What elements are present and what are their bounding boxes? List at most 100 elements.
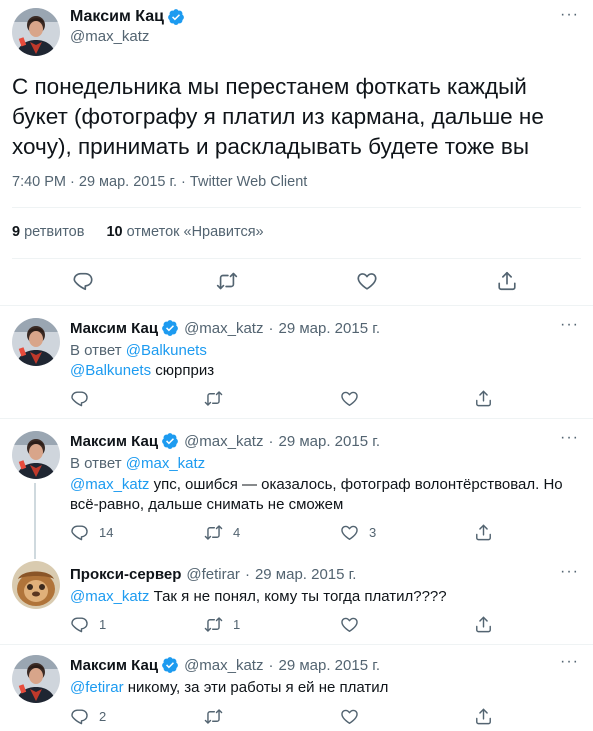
- retweet-icon: [204, 615, 223, 634]
- like-icon: [356, 270, 378, 292]
- reply-count: 14: [99, 525, 114, 540]
- reply-button[interactable]: 2: [70, 707, 106, 726]
- reply-tweet[interactable]: Максим Кац @max_katz · 29 мар. 2015 г. ·…: [0, 645, 593, 731]
- separator: ·: [268, 319, 274, 337]
- like-button[interactable]: [340, 389, 369, 408]
- main-author-name[interactable]: Максим Кац: [70, 8, 164, 26]
- share-button[interactable]: [474, 523, 493, 542]
- reply-count: 1: [99, 617, 107, 632]
- reply-date[interactable]: 29 мар. 2015 г.: [255, 566, 357, 583]
- thread-line: [34, 483, 36, 553]
- like-icon: [340, 389, 359, 408]
- divider: [12, 207, 581, 208]
- reply-more-icon[interactable]: ···: [560, 653, 579, 671]
- reply-count: 2: [99, 709, 107, 724]
- reply-to-prefix: В ответ: [70, 342, 122, 359]
- reply-tweet[interactable]: Максим Кац @max_katz · 29 мар. 2015 г. ·…: [0, 419, 593, 553]
- share-icon: [496, 270, 518, 292]
- main-author-avatar[interactable]: [12, 8, 60, 56]
- reply-more-icon[interactable]: ···: [560, 316, 579, 334]
- main-tweet-meta[interactable]: 7:40 PM · 29 мар. 2015 г. · Twitter Web …: [12, 174, 307, 190]
- reply-author-handle[interactable]: @fetirar: [186, 566, 240, 583]
- separator: ·: [268, 432, 274, 450]
- share-button[interactable]: [474, 389, 493, 408]
- separator: ·: [244, 566, 250, 583]
- like-icon: [340, 707, 359, 726]
- mention-link[interactable]: @Balkunets: [70, 362, 151, 379]
- mention-link[interactable]: @fetirar: [70, 679, 124, 696]
- share-icon: [474, 523, 493, 542]
- share-button[interactable]: [474, 615, 493, 634]
- reply-body: Так я не понял, кому ты тогда платил????: [153, 588, 447, 605]
- mention-link[interactable]: @max_katz: [70, 588, 149, 605]
- main-retweet-button[interactable]: [216, 270, 238, 292]
- reply-to-link[interactable]: @max_katz: [126, 455, 205, 472]
- retweets-count: 9: [12, 224, 21, 240]
- share-icon: [474, 389, 493, 408]
- like-button[interactable]: [340, 707, 369, 726]
- retweets-stat[interactable]: 9 ретвитов: [12, 224, 88, 240]
- reply-author-handle[interactable]: @max_katz: [184, 320, 263, 337]
- reply-author-avatar[interactable]: [12, 561, 60, 609]
- reply-date[interactable]: 29 мар. 2015 г.: [278, 320, 380, 337]
- separator: ·: [268, 656, 274, 674]
- reply-button[interactable]: 1: [70, 615, 106, 634]
- share-button[interactable]: [474, 707, 493, 726]
- like-icon: [340, 615, 359, 634]
- reply-author-avatar[interactable]: [12, 318, 60, 366]
- verified-badge-icon: [161, 432, 179, 450]
- reply-author-avatar[interactable]: [12, 431, 60, 479]
- verified-badge-icon: [161, 656, 179, 674]
- reply-author-name[interactable]: Максим Кац: [70, 320, 158, 337]
- reply-header: Максим Кац @max_katz · 29 мар. 2015 г.: [70, 432, 380, 450]
- like-button[interactable]: [340, 615, 369, 634]
- reply-text: @Balkunets сюрприз: [70, 361, 570, 381]
- reply-author-name[interactable]: Прокси-сервер: [70, 566, 181, 583]
- reply-date[interactable]: 29 мар. 2015 г.: [278, 657, 380, 674]
- reply-text: @fetirar никому, за эти работы я ей не п…: [70, 678, 570, 698]
- reply-text: @max_katz упс, ошибся — оказалось, фотог…: [70, 475, 570, 515]
- mention-link[interactable]: @max_katz: [70, 476, 149, 493]
- retweet-button[interactable]: [204, 389, 233, 408]
- reply-icon: [72, 270, 94, 292]
- main-reply-button[interactable]: [72, 270, 94, 292]
- thread-line: [34, 549, 36, 559]
- retweet-count: 4: [233, 525, 241, 540]
- reply-date[interactable]: 29 мар. 2015 г.: [278, 433, 380, 450]
- share-icon: [474, 707, 493, 726]
- reply-tweet[interactable]: Прокси-сервер @fetirar · 29 мар. 2015 г.…: [0, 549, 593, 645]
- share-icon: [474, 615, 493, 634]
- engagement-stats: 9 ретвитов 10 отметок «Нравится»: [12, 224, 264, 240]
- retweet-icon: [204, 707, 223, 726]
- main-share-button[interactable]: [496, 270, 518, 292]
- main-author-handle[interactable]: @max_katz: [70, 28, 185, 45]
- like-button[interactable]: 3: [340, 523, 376, 542]
- divider: [12, 258, 581, 259]
- retweet-count: 1: [233, 617, 241, 632]
- reply-icon: [70, 615, 89, 634]
- verified-badge-icon: [167, 8, 185, 26]
- reply-icon: [70, 707, 89, 726]
- reply-tweet[interactable]: Максим Кац @max_katz · 29 мар. 2015 г. ·…: [0, 306, 593, 416]
- reply-body: никому, за эти работы я ей не платил: [127, 679, 389, 696]
- reply-author-name[interactable]: Максим Кац: [70, 433, 158, 450]
- main-like-button[interactable]: [356, 270, 378, 292]
- reply-author-name[interactable]: Максим Кац: [70, 657, 158, 674]
- main-more-icon[interactable]: ···: [560, 6, 579, 24]
- reply-more-icon[interactable]: ···: [560, 429, 579, 447]
- retweets-label: ретвитов: [24, 224, 85, 240]
- reply-author-avatar[interactable]: [12, 655, 60, 703]
- reply-more-icon[interactable]: ···: [560, 563, 579, 581]
- reply-button[interactable]: 14: [70, 523, 113, 542]
- likes-stat[interactable]: 10 отметок «Нравится»: [106, 224, 263, 240]
- reply-author-handle[interactable]: @max_katz: [184, 433, 263, 450]
- retweet-button[interactable]: 1: [204, 615, 240, 634]
- reply-button[interactable]: [70, 389, 99, 408]
- retweet-button[interactable]: [204, 707, 233, 726]
- retweet-button[interactable]: 4: [204, 523, 240, 542]
- reply-to-prefix: В ответ: [70, 455, 122, 472]
- reply-to-link[interactable]: @Balkunets: [126, 342, 207, 359]
- reply-author-handle[interactable]: @max_katz: [184, 657, 263, 674]
- retweet-icon: [204, 523, 223, 542]
- reply-header: Прокси-сервер @fetirar · 29 мар. 2015 г.: [70, 566, 356, 583]
